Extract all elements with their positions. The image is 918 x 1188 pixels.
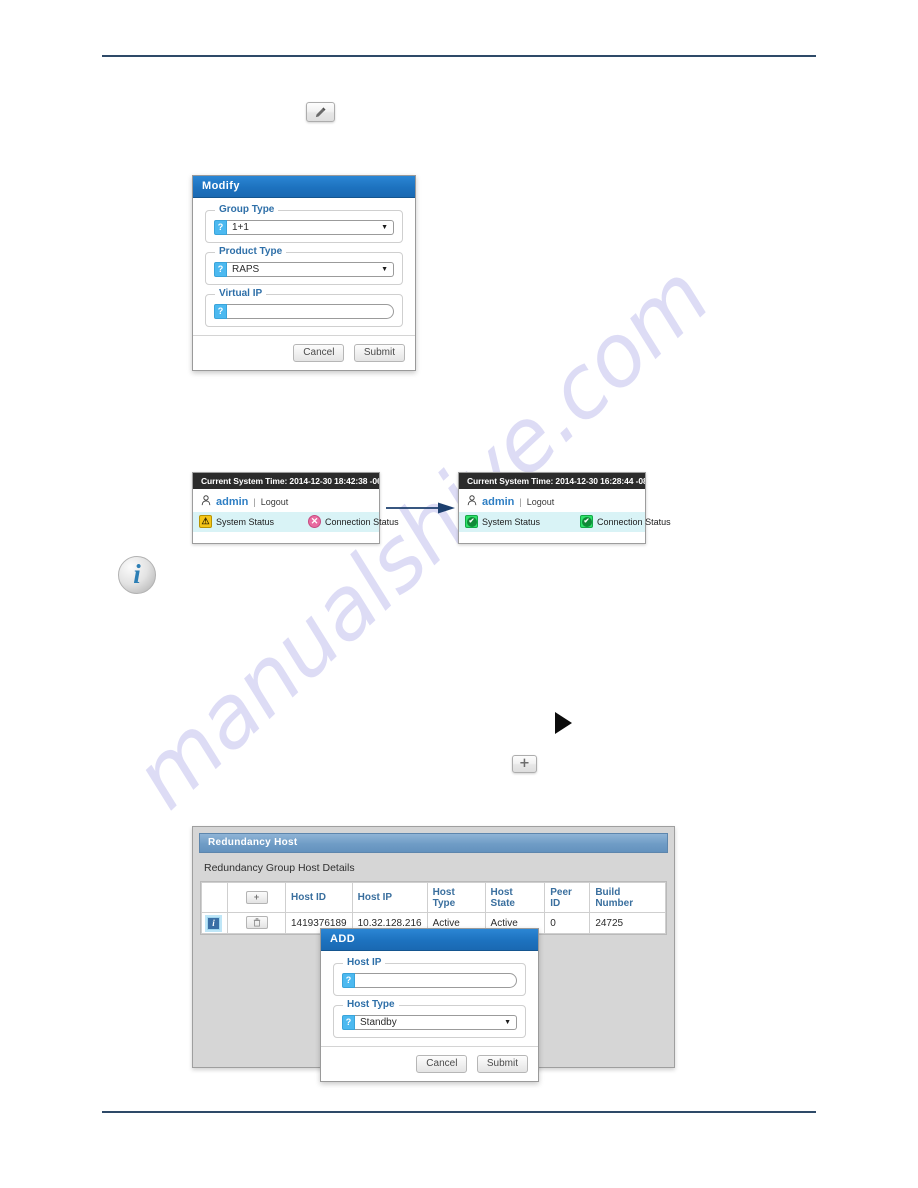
col-host-id: Host ID: [285, 882, 353, 913]
field-host-type-label: Host Type: [343, 1000, 399, 1010]
user-separator: |: [253, 496, 256, 507]
col-host-ip: Host IP: [351, 882, 428, 913]
col-peer-id: Peer ID: [544, 882, 591, 913]
page-header-rule: [102, 55, 816, 57]
system-time-before: Current System Time: 2014-12-30 18:42:38…: [193, 473, 379, 489]
chevron-down-icon: ▼: [381, 266, 388, 273]
info-glyph: i: [133, 558, 141, 589]
warning-icon: ⚠: [199, 515, 212, 528]
connection-status-label-before: Connection Status: [325, 516, 399, 527]
host-type-value: Standby: [360, 1016, 397, 1028]
field-host-ip: Host IP ?: [333, 958, 526, 996]
help-icon-virtual-ip[interactable]: ?: [214, 304, 227, 319]
info-icon: i: [118, 556, 156, 594]
cell-peer-id: 0: [544, 912, 591, 934]
play-arrow-icon: [555, 712, 572, 734]
help-icon-host-ip[interactable]: ?: [342, 973, 355, 988]
system-status-after[interactable]: ✔ System Status: [465, 515, 540, 528]
field-virtual-ip: Virtual IP ?: [205, 289, 403, 327]
logout-link-after[interactable]: Logout: [527, 497, 555, 507]
user-separator: |: [519, 496, 522, 507]
add-cancel-button[interactable]: Cancel: [416, 1055, 468, 1073]
group-type-select[interactable]: 1+1 ▼: [227, 220, 394, 235]
username-after[interactable]: admin: [482, 496, 514, 508]
col-icon: [201, 882, 228, 913]
status-card-before: Current System Time: 2014-12-30 18:42:38…: [192, 472, 399, 544]
row-info-icon[interactable]: i: [207, 916, 220, 930]
row-info-cell: i: [201, 912, 228, 934]
connection-status-label-after: Connection Status: [597, 516, 671, 527]
add-dialog: ADD Host IP ? Host Type ? Standby ▼ Canc…: [320, 928, 539, 1082]
user-bar-after: admin | Logout: [459, 489, 645, 512]
field-host-type: Host Type ? Standby ▼: [333, 1000, 526, 1038]
col-host-state: Host State: [484, 882, 546, 913]
redundancy-host-table-wrap: + Host ID Host IP Host Type Host State P…: [200, 881, 667, 935]
username-before[interactable]: admin: [216, 496, 248, 508]
help-icon-host-type[interactable]: ?: [342, 1015, 355, 1030]
redundancy-host-title: Redundancy Host: [199, 833, 668, 853]
redundancy-host-subtitle: Redundancy Group Host Details: [204, 862, 355, 874]
add-plus-button[interactable]: +: [512, 755, 537, 773]
field-product-type: Product Type ? RAPS ▼: [205, 247, 403, 285]
page-footer-rule: [102, 1111, 816, 1113]
add-dialog-footer: Cancel Submit: [321, 1046, 538, 1081]
user-bar-before: admin | Logout: [193, 489, 379, 512]
table-add-button[interactable]: +: [245, 891, 268, 904]
col-build-number: Build Number: [589, 882, 666, 913]
cell-build-number: 24725: [589, 912, 666, 934]
modify-submit-button[interactable]: Submit: [353, 344, 405, 362]
system-status-before[interactable]: ⚠ System Status: [199, 515, 274, 528]
row-delete-button[interactable]: [245, 916, 268, 929]
product-type-select[interactable]: RAPS ▼: [227, 262, 394, 277]
pencil-icon: [315, 107, 326, 117]
person-icon: [467, 495, 477, 508]
add-dialog-title: ADD: [321, 929, 538, 951]
error-icon: ✕: [308, 515, 322, 528]
plus-icon: +: [519, 756, 530, 771]
host-type-select[interactable]: Standby ▼: [355, 1015, 517, 1030]
flow-arrow-icon: [386, 502, 455, 514]
field-group-type: Group Type ? 1+1 ▼: [205, 205, 403, 243]
chevron-down-icon: ▼: [504, 1019, 511, 1026]
modify-dialog-title: Modify: [193, 176, 415, 198]
group-type-value: 1+1: [232, 221, 249, 233]
modify-dialog: Modify Group Type ? 1+1 ▼ Product Type ?…: [192, 175, 416, 371]
status-items-before: ⚠ System Status ✕ Connection Status: [193, 512, 399, 532]
system-status-label-after: System Status: [482, 516, 541, 527]
logout-link-before[interactable]: Logout: [261, 497, 289, 507]
redundancy-host-table: + Host ID Host IP Host Type Host State P…: [201, 882, 666, 934]
ok-check-icon: ✔: [465, 515, 478, 528]
connection-status-after[interactable]: ✔ Connection Status: [580, 515, 671, 528]
virtual-ip-input[interactable]: [227, 304, 394, 319]
field-group-type-label: Group Type: [215, 205, 279, 215]
connection-status-before[interactable]: ✕ Connection Status: [308, 515, 399, 528]
edit-pencil-button[interactable]: [306, 102, 335, 122]
row-delete-cell: [227, 912, 286, 934]
field-virtual-ip-label: Virtual IP: [215, 289, 267, 299]
trash-icon: [253, 918, 260, 927]
status-items-after: ✔ System Status ✔ Connection Status: [459, 512, 671, 532]
modify-dialog-body: Group Type ? 1+1 ▼ Product Type ? RAPS ▼…: [193, 198, 415, 335]
help-icon-group-type[interactable]: ?: [214, 220, 227, 235]
field-host-ip-label: Host IP: [343, 958, 386, 968]
system-time-after: Current System Time: 2014-12-30 16:28:44…: [459, 473, 645, 489]
col-host-type: Host Type: [426, 882, 486, 913]
product-type-value: RAPS: [232, 263, 260, 275]
add-submit-button[interactable]: Submit: [476, 1055, 528, 1073]
status-card-after: Current System Time: 2014-12-30 16:28:44…: [458, 472, 671, 544]
system-status-label-before: System Status: [216, 516, 275, 527]
field-product-type-label: Product Type: [215, 247, 287, 257]
add-dialog-body: Host IP ? Host Type ? Standby ▼: [321, 951, 538, 1046]
modify-dialog-footer: Cancel Submit: [193, 335, 415, 370]
chevron-down-icon: ▼: [381, 224, 388, 231]
host-ip-input[interactable]: [355, 973, 517, 988]
col-add: +: [227, 882, 286, 913]
help-icon-product-type[interactable]: ?: [214, 262, 227, 277]
modify-cancel-button[interactable]: Cancel: [293, 344, 345, 362]
table-header-row: + Host ID Host IP Host Type Host State P…: [201, 882, 666, 913]
ok-check-icon: ✔: [580, 515, 594, 528]
person-icon: [201, 495, 211, 508]
